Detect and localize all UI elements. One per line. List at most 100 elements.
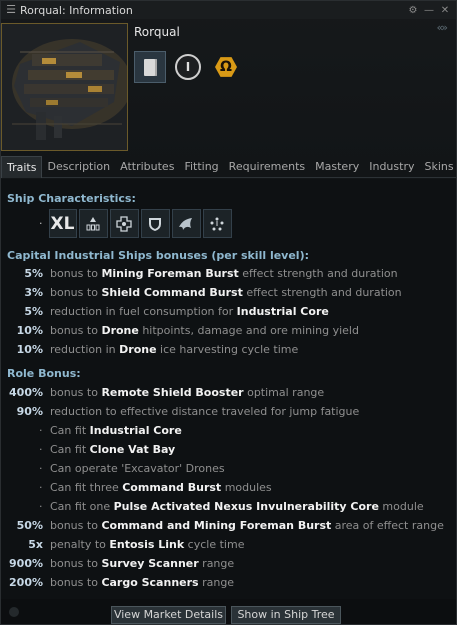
ship-render-graphic [2,24,127,150]
bonus-subject[interactable]: Command Burst [122,481,221,494]
shield-icon[interactable] [140,209,170,238]
bonus-subject[interactable]: Clone Vat Bay [90,443,176,456]
bonus-pre: Can fit [50,443,90,456]
bonus-post: range [198,557,235,570]
role-bonus-row: · Can fit Industrial Core [1,424,456,443]
bonus-pre: reduction to effective distance traveled… [50,405,360,418]
bonus-pre: bonus to [50,386,102,399]
mining-icon[interactable] [202,209,232,238]
tab-attributes[interactable]: Attributes [115,156,179,178]
bonus-subject[interactable]: Industrial Core [90,424,182,437]
bonus-pre: bonus to [50,576,102,589]
bonus-post: cycle time [184,538,245,551]
bonus-post: module [378,500,424,513]
role-bonus-row: · Can fit three Command Burst modules [1,481,456,500]
size-xl-icon[interactable]: XL [48,209,77,238]
bonus-subject[interactable]: Pulse Activated Nexus Invulnerability Co… [114,500,379,513]
omega-icon[interactable]: Ω [210,51,242,83]
skill-bonus-row: 5% bonus to Mining Foreman Burst effect … [1,267,456,286]
show-in-ship-tree-button[interactable]: Show in Ship Tree [231,606,341,624]
document-icon[interactable] [134,51,166,83]
bonus-text: Can fit Industrial Core [50,424,182,437]
bonus-subject[interactable]: Command and Mining Foreman Burst [101,519,331,532]
bonus-value: 10% [16,343,43,356]
info-window: ☰ Rorqual: Information ⚙ — ✕ Rorqual «» … [0,0,457,625]
pin-icon[interactable]: ⚙ [408,5,418,16]
bonus-pre: Can operate 'Excavator' Drones [50,462,225,475]
bonus-value: 90% [16,405,43,418]
bonus-text: bonus to Remote Shield Booster optimal r… [50,386,324,399]
bonus-text: bonus to Survey Scanner range [50,557,234,570]
bonus-text: penalty to Entosis Link cycle time [50,538,244,551]
bullet: · [39,424,43,437]
minimize-icon[interactable]: — [424,5,434,16]
bonus-value: 5% [24,267,43,280]
tab-skins[interactable]: Skins [419,156,457,178]
bonus-value: 10% [16,324,43,337]
bonus-value: 400% [9,386,43,399]
role-bonus-heading: Role Bonus: [7,367,81,380]
bonus-subject[interactable]: Industrial Core [237,305,329,318]
bonus-pre: Can fit one [50,500,114,513]
bonus-post: hitpoints, damage and ore mining yield [138,324,359,337]
ship-name: Rorqual [134,25,180,39]
ship-characteristics-heading: Ship Characteristics: [7,192,136,205]
tab-description[interactable]: Description [42,156,115,178]
bonus-pre: bonus to [50,267,102,280]
ship-class-icon[interactable] [78,209,108,238]
role-bonus-row: · Can operate 'Excavator' Drones [1,462,456,481]
bonus-pre: bonus to [50,286,102,299]
skill-bonuses-heading: Capital Industrial Ships bonuses (per sk… [7,249,310,262]
tab-fitting[interactable]: Fitting [179,156,223,178]
tech-level-label: I [185,60,191,74]
bonus-subject[interactable]: Drone [119,343,156,356]
bonus-text: reduction in fuel consumption for Indust… [50,305,329,318]
role-bonus-row: 90% reduction to effective distance trav… [1,405,456,424]
tab-mastery[interactable]: Mastery [310,156,364,178]
fitting-icon[interactable] [109,209,139,238]
bonus-subject[interactable]: Entosis Link [109,538,184,551]
bonus-subject[interactable]: Remote Shield Booster [101,386,243,399]
bullet: · [39,443,43,456]
ship-class-graphic [86,216,100,230]
bonus-value: 200% [9,576,43,589]
bonus-value: 5x [28,538,43,551]
skill-bonus-row: 3% bonus to Shield Command Burst effect … [1,286,456,305]
mining-graphic [210,217,224,230]
bonus-text: Can fit Clone Vat Bay [50,443,175,456]
skill-bonus-row: 10% reduction in Drone ice harvesting cy… [1,343,456,362]
tab-traits[interactable]: Traits [1,156,43,178]
bullet: · [39,217,43,230]
bonus-post: ice harvesting cycle time [156,343,299,356]
bonus-text: bonus to Command and Mining Foreman Burs… [50,519,444,532]
bonus-subject[interactable]: Mining Foreman Burst [101,267,238,280]
drone-icon[interactable] [171,209,201,238]
role-bonus-row: 400% bonus to Remote Shield Booster opti… [1,386,456,405]
drone-graphic [179,217,192,230]
ship-render-image[interactable] [1,23,128,151]
bonus-subject[interactable]: Shield Command Burst [101,286,242,299]
window-controls: ⚙ — ✕ [408,5,450,16]
bonus-post: modules [221,481,272,494]
bonus-subject[interactable]: Drone [101,324,138,337]
view-market-details-button[interactable]: View Market Details [111,606,226,624]
bonus-subject[interactable]: Survey Scanner [101,557,198,570]
bonus-post: effect strength and duration [238,267,398,280]
menu-icon[interactable]: ☰ [4,3,18,17]
bonus-value: 5% [24,305,43,318]
title-bar[interactable]: ☰ Rorqual: Information ⚙ — ✕ [1,1,456,19]
tab-requirements[interactable]: Requirements [224,156,310,178]
tech-level-icon[interactable]: I [172,51,204,83]
collapse-icon[interactable]: «» [437,21,449,34]
tab-industry[interactable]: Industry [364,156,419,178]
bonus-subject[interactable]: Cargo Scanners [101,576,198,589]
bonus-pre: bonus to [50,519,102,532]
bonus-text: bonus to Drone hitpoints, damage and ore… [50,324,359,337]
bonus-text: bonus to Cargo Scanners range [50,576,234,589]
bonus-text: reduction to effective distance traveled… [50,405,359,418]
role-bonus-row: · Can fit one Pulse Activated Nexus Invu… [1,500,456,519]
bonus-value: 50% [16,519,43,532]
resize-icon[interactable] [9,607,19,617]
close-icon[interactable]: ✕ [440,5,450,16]
bullet: · [39,462,43,475]
